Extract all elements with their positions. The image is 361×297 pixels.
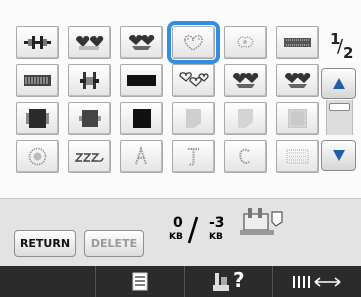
pattern-tile[interactable]	[16, 140, 59, 173]
triangle-down-icon	[333, 150, 345, 161]
footer-blank	[0, 266, 96, 297]
memory-remaining-value: -3	[209, 215, 225, 231]
pattern-tile[interactable]	[224, 64, 267, 97]
lace-motif-icon	[230, 32, 261, 53]
lace-letter-icon	[126, 146, 157, 167]
pattern-tile[interactable]	[276, 140, 319, 173]
memory-used-value: 0	[173, 215, 183, 231]
scroll-down-button[interactable]	[321, 140, 356, 171]
pattern-tile[interactable]	[68, 140, 111, 173]
pattern-tile[interactable]	[276, 102, 319, 135]
help-button[interactable]: ?	[185, 266, 273, 297]
gray-swatch-icon	[230, 108, 261, 129]
pattern-tile[interactable]	[68, 64, 111, 97]
scroll-up-button[interactable]	[321, 68, 356, 99]
memory-remaining-unit: KB	[209, 232, 223, 242]
help-label: ?	[233, 268, 245, 292]
scrollbar-thumb[interactable]	[329, 103, 350, 111]
hearts-ribbon-icon	[282, 70, 313, 91]
pattern-tile[interactable]	[172, 64, 215, 97]
lace-circle-icon	[22, 146, 53, 167]
pattern-tile[interactable]	[16, 26, 59, 59]
embroidery-machine-icon	[240, 208, 283, 235]
script-letters-icon	[74, 146, 105, 167]
pattern-tile[interactable]	[120, 64, 163, 97]
hearts-border-icon	[22, 32, 53, 53]
checklist-icon	[132, 272, 148, 291]
pattern-tile[interactable]	[16, 64, 59, 97]
pattern-tile[interactable]	[68, 26, 111, 59]
gray-swatch-icon	[178, 108, 209, 129]
memory-list-button[interactable]	[96, 266, 185, 297]
bar-border-icon	[282, 32, 313, 53]
hearts-chain-icon	[74, 32, 105, 53]
needle-adjust-icon	[293, 276, 341, 288]
pattern-tile-selected[interactable]	[167, 21, 220, 64]
pattern-tile[interactable]	[224, 102, 267, 135]
pattern-tile[interactable]	[224, 26, 267, 59]
page-total: 2	[343, 44, 354, 62]
hearts-ribbon-icon	[230, 70, 261, 91]
pattern-tile[interactable]	[224, 140, 267, 173]
pattern-tile[interactable]	[120, 26, 163, 59]
pattern-tile[interactable]	[68, 102, 111, 135]
slash-icon	[187, 216, 199, 244]
lace-heart-icon	[178, 32, 209, 53]
outline-hearts-icon	[178, 70, 209, 91]
lace-pattern-icon	[282, 146, 313, 167]
gray-swatch-icon	[282, 108, 313, 129]
lace-letter-icon	[230, 146, 261, 167]
black-bar-icon	[126, 70, 157, 91]
pattern-tile[interactable]	[276, 26, 319, 59]
dark-square-icon	[126, 108, 157, 129]
pattern-tile[interactable]	[120, 102, 163, 135]
lace-letter-icon	[178, 146, 209, 167]
delete-button[interactable]: DELETE	[84, 230, 144, 257]
triangle-up-icon	[333, 78, 345, 89]
bar-border-icon	[22, 70, 53, 91]
footer-bar: ?	[0, 266, 361, 297]
machine-help-icon	[213, 273, 229, 291]
pattern-tile[interactable]	[276, 64, 319, 97]
pattern-selection-panel: 1 / 2	[0, 0, 361, 199]
pattern-tile[interactable]	[16, 102, 59, 135]
memory-used-unit: KB	[169, 232, 183, 242]
pattern-tile[interactable]	[120, 140, 163, 173]
memory-status: 0 KB -3 KB	[165, 210, 225, 254]
dark-square-icon	[74, 108, 105, 129]
pattern-tile[interactable]	[172, 140, 215, 173]
thread-width-button[interactable]	[273, 266, 361, 297]
hearts-ribbon-icon	[126, 32, 157, 53]
h-bar-icon	[74, 70, 105, 91]
control-bar: RETURN DELETE 0 KB -3 KB	[0, 202, 361, 266]
pattern-tile[interactable]	[172, 102, 215, 135]
return-button[interactable]: RETURN	[14, 230, 76, 257]
embroidery-screen: 1 / 2 RETURN DELETE 0 KB -3 KB ?	[0, 0, 361, 297]
dark-square-icon	[22, 108, 53, 129]
